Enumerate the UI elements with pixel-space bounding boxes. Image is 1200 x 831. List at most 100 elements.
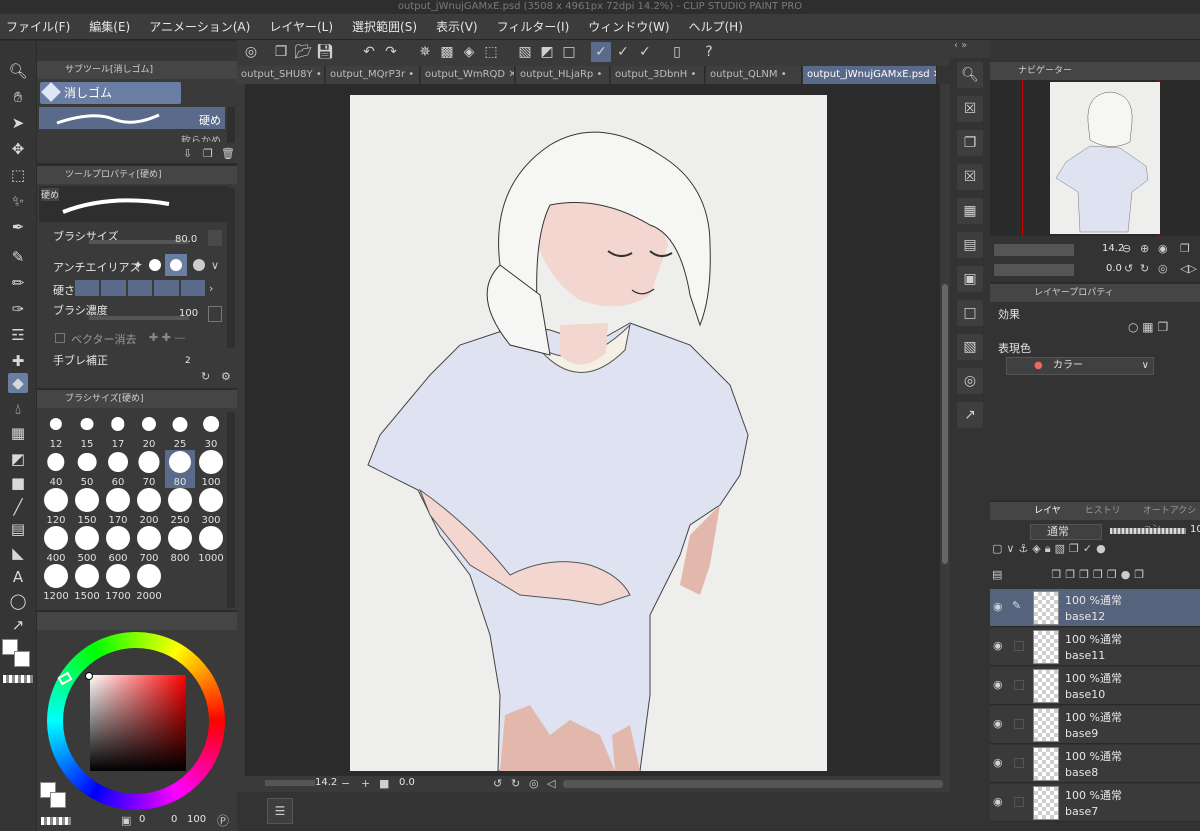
delete-subtool-icon[interactable]: 🗑︎	[221, 147, 235, 160]
zoom-slider[interactable]	[265, 780, 315, 786]
rotate-left-icon[interactable]: ↺	[493, 777, 502, 790]
brush-size-preset[interactable]: 50	[72, 450, 102, 488]
navigator-fit-icon[interactable]: ◉	[1158, 242, 1168, 255]
side-copy-icon[interactable]: ❐	[957, 130, 983, 156]
brush-size-preset[interactable]: 17	[103, 412, 133, 450]
figure-tool-icon[interactable]: ■	[8, 473, 28, 493]
tab-doc-5[interactable]: output_3DbnH •	[611, 66, 705, 84]
blend-tool-icon[interactable]: 💧︎	[8, 399, 28, 419]
color-panel-tabs[interactable]	[37, 612, 237, 630]
antialias-none-icon[interactable]: ✦	[133, 258, 147, 272]
menu-file[interactable]: ファイル(F)	[6, 18, 70, 35]
layer-link-checkbox[interactable]	[1014, 719, 1024, 729]
opacity-slider[interactable]	[1110, 528, 1186, 534]
menu-filter[interactable]: フィルター(I)	[497, 18, 570, 35]
brush-tool-icon[interactable]: ✑	[8, 299, 28, 319]
smartphone-icon[interactable]: ▯	[667, 42, 687, 62]
brush-size-preset[interactable]: 15	[72, 412, 102, 450]
navigator-zoom-value[interactable]: 14.2	[1102, 243, 1124, 254]
effect-icons[interactable]: ○ ▦ ❐	[1128, 320, 1198, 336]
saturation-value-square[interactable]	[90, 675, 186, 771]
invert-selection-icon[interactable]: ◩	[537, 42, 557, 62]
layer-row[interactable]: ◉ 100 %通常 base7	[990, 784, 1200, 822]
open-file-icon[interactable]: 📂︎	[293, 42, 313, 62]
expression-color-select[interactable]: カラー ∨	[1006, 357, 1154, 375]
antialias-strong-icon[interactable]	[193, 259, 205, 271]
visibility-eye-icon[interactable]: ◉	[993, 639, 1007, 653]
brush-size-preset[interactable]: 400	[41, 526, 71, 564]
canvas-zoom-value[interactable]: 14.2	[315, 777, 337, 788]
navigator-flip-icon[interactable]: ◁▷	[1180, 262, 1197, 275]
brush-size-preset[interactable]: 25	[165, 412, 195, 450]
brush-size-preset[interactable]: 500	[72, 526, 102, 564]
text-tool-icon[interactable]: A	[8, 567, 28, 587]
layer-lock-icons[interactable]: ▢∨⚓◈🔒︎▧❐✓●	[992, 542, 1200, 560]
canvas-horizontal-scrollbar[interactable]	[563, 780, 943, 788]
redo-icon[interactable]: ↷	[381, 42, 401, 62]
visibility-eye-icon[interactable]: ◉	[993, 717, 1007, 731]
subtool-item-soft[interactable]: 軟らかめ	[39, 130, 225, 142]
airbrush-tool-icon[interactable]: ☲	[8, 325, 28, 345]
reset-rotation-icon[interactable]: ◎	[529, 777, 539, 790]
snap-special-ruler-icon[interactable]: ✓	[613, 42, 633, 62]
brush-size-preset[interactable]: 2000	[134, 564, 164, 602]
brush-size-preset[interactable]: 40	[41, 450, 71, 488]
download-icon[interactable]: ⇩	[183, 147, 192, 160]
brush-size-preset[interactable]: 1500	[72, 564, 102, 602]
tab-doc-active[interactable]: output_jWnujGAMxE.psd ✕	[803, 66, 937, 84]
brush-size-preset[interactable]: 70	[134, 450, 164, 488]
brush-size-preset[interactable]: 600	[103, 526, 133, 564]
eraser-tool-icon[interactable]: ◆	[8, 373, 28, 393]
navigator-rotate-slider[interactable]	[994, 264, 1074, 276]
zoom-in-icon[interactable]: +	[361, 777, 370, 790]
side-delete-layer-icon[interactable]: ☒	[957, 96, 983, 122]
balloon-tool-icon[interactable]: ◯	[8, 591, 28, 611]
brush-size-preset[interactable]: 800	[165, 526, 195, 564]
brush-size-slider[interactable]	[89, 240, 189, 244]
tab-doc-4[interactable]: output_HLjaRp •	[516, 66, 610, 84]
transparent-swatch[interactable]	[41, 817, 71, 825]
tool-property-scrollbar[interactable]	[227, 188, 235, 348]
navigator-zoom-out-icon[interactable]: ⊖	[1122, 242, 1131, 255]
timeline-toggle-icon[interactable]: ☰	[267, 798, 293, 824]
tab-doc-3[interactable]: output_WmRQD ✕	[421, 66, 515, 84]
show-selection-icon[interactable]: □	[559, 42, 579, 62]
tab-doc-1[interactable]: output_SHU8Y •	[237, 66, 325, 84]
pencil-tool-icon[interactable]: ✏︎	[8, 273, 28, 293]
brush-size-preset[interactable]: 150	[72, 488, 102, 526]
tab-layer[interactable]: レイヤー	[990, 502, 1063, 534]
antialias-dropdown-icon[interactable]: ∨	[211, 259, 219, 272]
layer-action-icons[interactable]: ▤ ❐❐❐❐❐●❐	[992, 566, 1200, 584]
navigator-rotate-right-icon[interactable]: ↻	[1140, 262, 1149, 275]
menu-selection[interactable]: 選択範囲(S)	[352, 18, 417, 35]
brush-size-preset[interactable]: 12	[41, 412, 71, 450]
layer-link-checkbox[interactable]	[1014, 641, 1024, 651]
menu-animation[interactable]: アニメーション(A)	[149, 18, 250, 35]
gradient-tool-icon[interactable]: ◩	[8, 449, 28, 469]
stabilizer-value[interactable]: 2	[185, 356, 191, 366]
layer-link-checkbox[interactable]	[1014, 680, 1024, 690]
layer-row[interactable]: ◉ ✎ 100 %通常 base12	[990, 589, 1200, 627]
side-collapse-bar[interactable]: ‹ »	[950, 40, 990, 58]
brush-size-preset[interactable]: 60	[103, 450, 133, 488]
side-grid-icon[interactable]: ▦	[957, 198, 983, 224]
canvas-angle-value[interactable]: 0.0	[399, 777, 415, 788]
side-camera-icon[interactable]: ◎	[957, 368, 983, 394]
brush-size-preset[interactable]: 250	[165, 488, 195, 526]
brush-size-preset[interactable]: 120	[41, 488, 71, 526]
fill-tool-icon[interactable]: ▦	[8, 423, 28, 443]
visibility-eye-icon[interactable]: ◉	[993, 600, 1007, 614]
density-slider[interactable]	[89, 316, 189, 320]
zoom-tool-icon[interactable]: 🔍︎	[8, 61, 28, 81]
brush-size-preset[interactable]: 80	[165, 450, 195, 488]
antialias-medium-button[interactable]	[165, 254, 187, 276]
visibility-eye-icon[interactable]: ◉	[993, 756, 1007, 770]
brush-size-preset[interactable]: 200	[134, 488, 164, 526]
navigator-angle-value[interactable]: 0.0	[1106, 263, 1122, 274]
density-pressure-icon[interactable]	[208, 306, 222, 322]
hand-tool-icon[interactable]: ✋︎	[8, 87, 28, 107]
subtool-group-eraser[interactable]: 消しゴム	[40, 82, 181, 104]
side-search-icon[interactable]: 🔍︎	[957, 62, 983, 88]
ruler-tool-icon[interactable]: ◣	[8, 543, 28, 563]
transform-icon[interactable]: ⬚	[481, 42, 501, 62]
